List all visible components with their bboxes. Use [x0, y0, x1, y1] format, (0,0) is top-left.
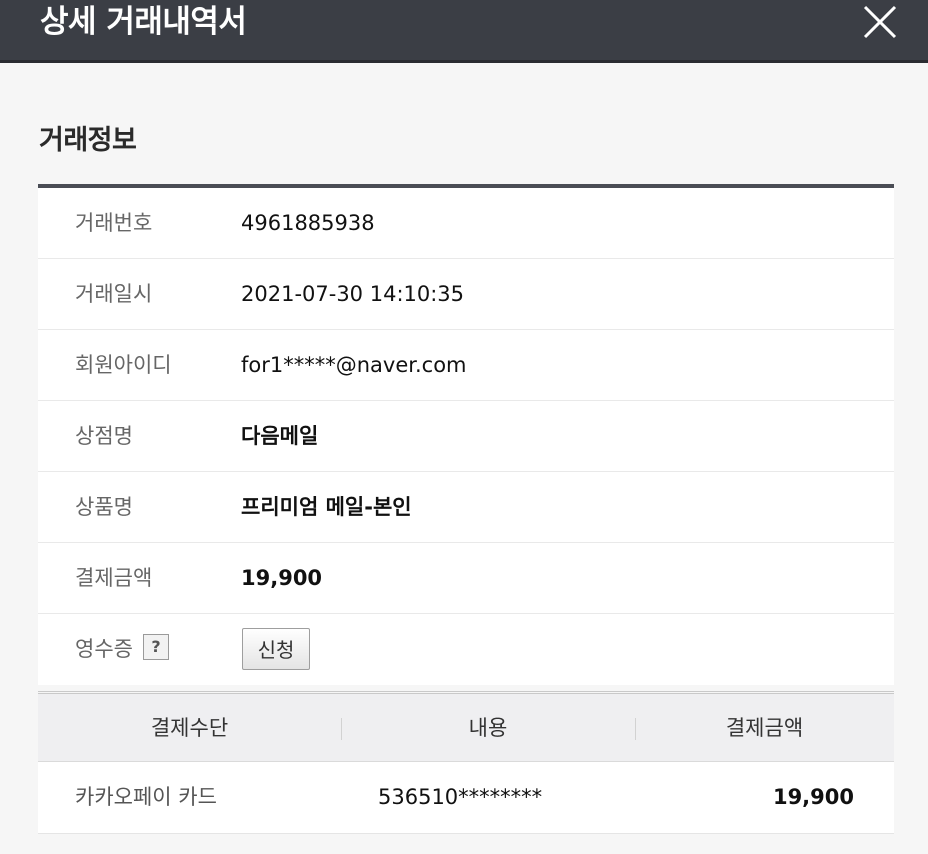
row-label: 거래번호 [75, 211, 153, 235]
window-title: 상세 거래내역서 [40, 4, 247, 40]
info-row-transaction-datetime: 거래일시 2021-07-30 14:10:35 [38, 259, 894, 330]
payment-method: 카카오페이 카드 [75, 785, 217, 809]
row-label: 상점명 [75, 424, 133, 448]
transaction-info-table: 거래번호 4961885938 거래일시 2021-07-30 14:10:35… [38, 184, 894, 685]
transaction-number: 4961885938 [241, 211, 375, 235]
member-id: for1*****@naver.com [241, 353, 467, 377]
product-name: 프리미엄 메일-본인 [241, 495, 412, 519]
section-title: 거래정보 [39, 125, 137, 156]
column-header-amount: 결제금액 [725, 716, 804, 740]
info-row-receipt: 영수증? 신청 [38, 614, 894, 685]
row-label: 영수증 [75, 637, 133, 661]
card-number: 536510******** [378, 785, 543, 809]
row-label: 거래일시 [75, 282, 153, 306]
payment-method-table: 결제수단 내용 결제금액 카카오페이 카드 536510******** 19,… [38, 691, 894, 834]
info-row-product-name: 상품명 프리미엄 메일-본인 [38, 472, 894, 543]
row-label: 회원아이디 [75, 353, 172, 377]
info-row-payment-amount: 결제금액 19,900 [38, 543, 894, 614]
payment-amount-cell: 19,900 [772, 785, 854, 809]
row-label: 상품명 [75, 495, 133, 519]
close-icon[interactable] [860, 2, 900, 42]
table-header: 결제수단 내용 결제금액 [38, 694, 894, 762]
store-name: 다음메일 [241, 424, 319, 448]
row-label: 결제금액 [75, 566, 153, 590]
transaction-datetime: 2021-07-30 14:10:35 [241, 282, 465, 306]
info-row-transaction-number: 거래번호 4961885938 [38, 188, 894, 259]
receipt-apply-button[interactable]: 신청 [242, 628, 310, 670]
info-row-member-id: 회원아이디 for1*****@naver.com [38, 330, 894, 401]
help-icon[interactable]: ? [142, 634, 169, 660]
receipt-label-group: 영수증? [75, 614, 169, 684]
table-row: 카카오페이 카드 536510******** 19,900 [38, 762, 894, 834]
payment-amount: 19,900 [241, 566, 323, 590]
column-header-detail: 내용 [468, 716, 508, 740]
window-titlebar: 상세 거래내역서 [0, 0, 928, 63]
info-row-store-name: 상점명 다음메일 [38, 401, 894, 472]
column-header-method: 결제수단 [150, 716, 229, 740]
